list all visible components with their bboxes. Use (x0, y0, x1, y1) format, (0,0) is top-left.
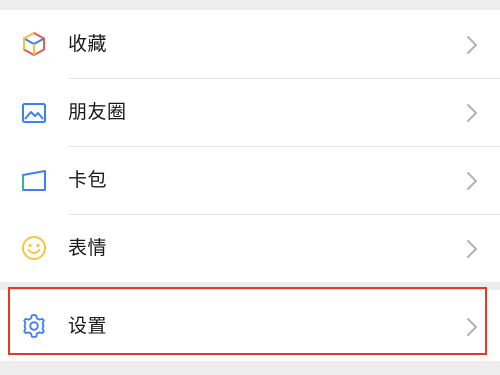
menu-item-label: 收藏 (68, 33, 108, 55)
menu-item-label: 卡包 (68, 169, 108, 191)
menu-item-settings[interactable]: 设置 (0, 292, 500, 360)
menu-item-moments[interactable]: 朋友圈 (0, 78, 500, 146)
smiley-icon (20, 234, 48, 262)
menu-item-card-wallet[interactable]: 卡包 (0, 146, 500, 214)
gear-icon (20, 312, 48, 340)
favorites-cube-icon (20, 30, 48, 58)
moments-image-icon (20, 99, 48, 127)
menu-item-label: 表情 (68, 237, 108, 259)
chevron-right-icon (466, 317, 478, 337)
menu-item-label: 朋友圈 (68, 101, 127, 123)
card-wallet-icon (20, 167, 48, 195)
chevron-right-icon (466, 103, 478, 123)
chevron-right-icon (466, 171, 478, 191)
menu-item-label: 设置 (68, 315, 108, 337)
chevron-right-icon (466, 35, 478, 55)
menu-item-stickers[interactable]: 表情 (0, 214, 500, 282)
menu-group-main: 收藏 朋友圈 卡包 表情 (0, 10, 500, 282)
menu-group-settings: 设置 (0, 290, 500, 361)
chevron-right-icon (466, 239, 478, 259)
menu-item-favorites[interactable]: 收藏 (0, 10, 500, 78)
